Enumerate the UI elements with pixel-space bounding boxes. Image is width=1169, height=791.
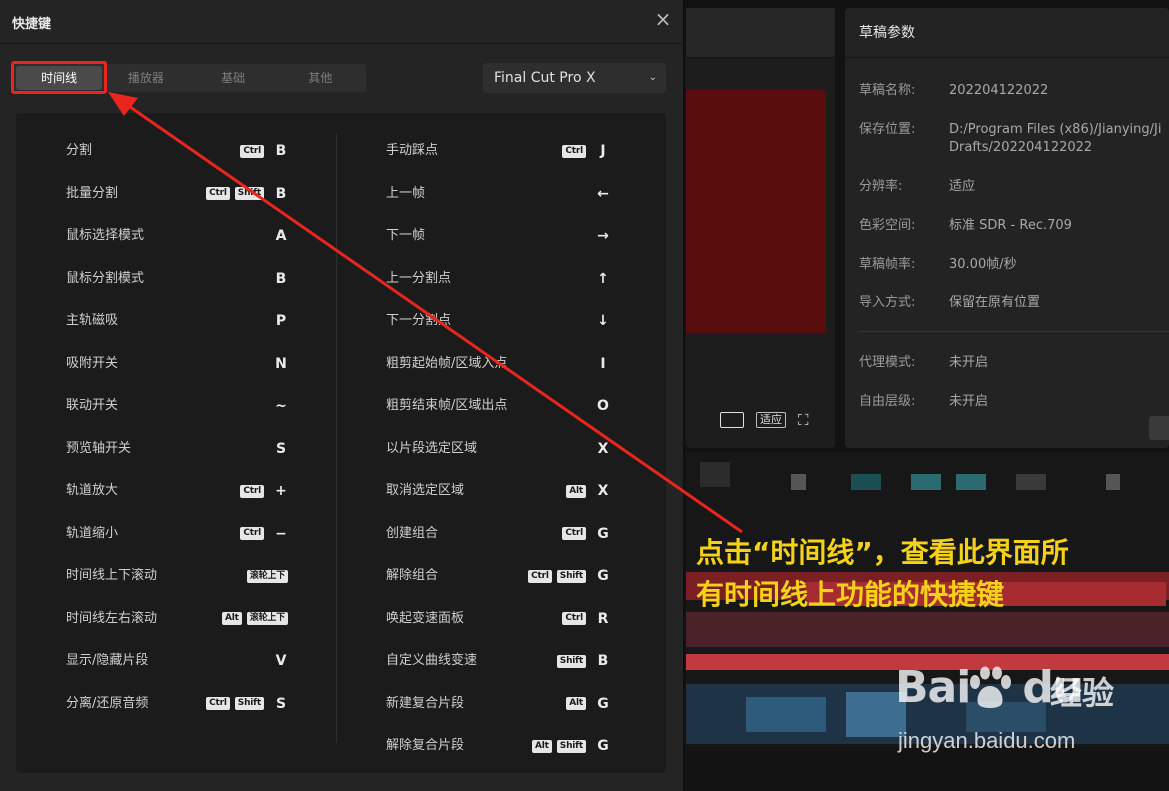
paw-icon bbox=[970, 666, 1011, 708]
baidu-watermark: Bai du 经验 jingyan.baidu.com bbox=[895, 662, 1165, 772]
arrow-shaft bbox=[119, 98, 743, 534]
annotation-line-2: 有时间线上功能的快捷键 bbox=[696, 578, 1005, 611]
watermark-text: 经验 bbox=[1050, 674, 1115, 712]
annotation-note: 点击“时间线”，查看此界面所 有时间线上功能的快捷键 bbox=[696, 532, 1166, 616]
arrow-head bbox=[108, 92, 138, 116]
watermark-url: jingyan.baidu.com bbox=[898, 728, 1076, 753]
annotation-line-1: 点击“时间线”，查看此界面所 bbox=[696, 536, 1069, 569]
